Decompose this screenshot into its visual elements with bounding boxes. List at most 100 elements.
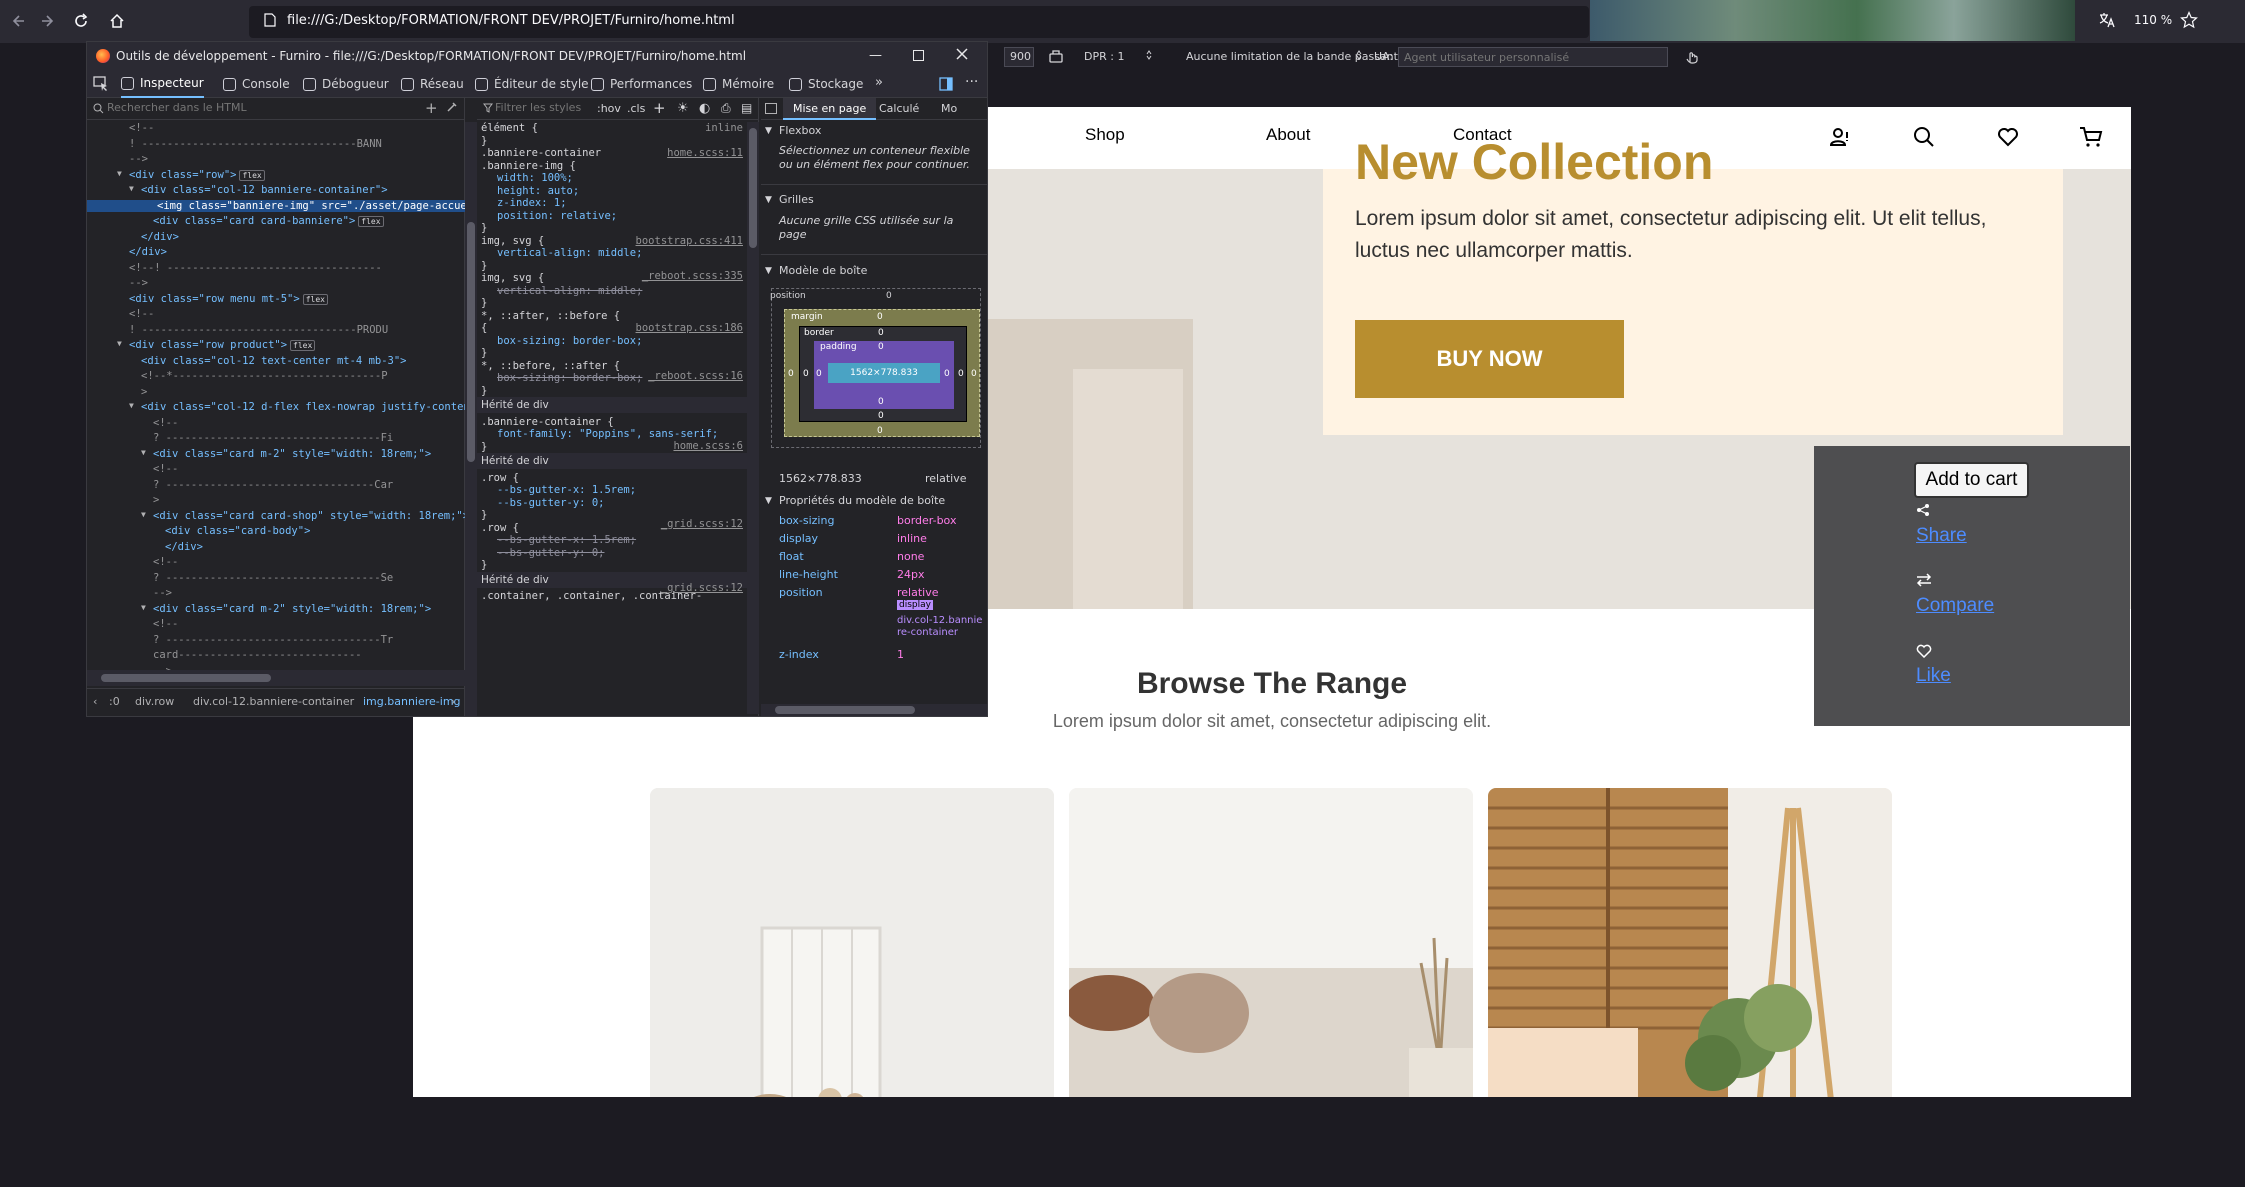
markup-line[interactable]: <div class="row product"> flex xyxy=(129,339,316,351)
css-source-link[interactable]: _grid.scss:12 xyxy=(661,582,743,594)
like-link[interactable]: Like xyxy=(1916,665,1951,687)
box-value[interactable]: 0 xyxy=(788,369,794,379)
search-icon[interactable] xyxy=(1913,126,1935,148)
range-card-living[interactable] xyxy=(1069,788,1473,1097)
markup-line[interactable]: <div class="card card-banniere"> flex xyxy=(153,215,384,227)
scroll-thumb[interactable] xyxy=(467,222,475,462)
markup-line[interactable]: <div class="card m-2" style="width: 18re… xyxy=(153,603,431,615)
eyedropper-icon[interactable] xyxy=(447,101,458,112)
breadcrumb-item-current[interactable]: img.banniere-img xyxy=(363,695,461,708)
hov-toggle[interactable]: :hov xyxy=(597,102,621,115)
css-declaration[interactable]: --bs-gutter-y: 0; xyxy=(497,497,604,509)
back-icon[interactable] xyxy=(2,6,32,36)
touch-simulation-icon[interactable] xyxy=(1684,48,1700,64)
flex-badge[interactable]: flex xyxy=(302,293,328,305)
markup-line[interactable]: ! ----------------------------------BANN xyxy=(129,138,382,150)
expand-chevron-icon[interactable]: ▼ xyxy=(117,169,122,178)
box-value[interactable]: 0 xyxy=(877,312,883,322)
box-value[interactable]: 0 xyxy=(803,369,809,379)
markup-line[interactable]: <!-- xyxy=(153,556,178,568)
more-tabs-chevron-icon[interactable]: » xyxy=(875,75,883,90)
forward-icon[interactable] xyxy=(34,6,64,36)
markup-line[interactable]: <!--! ---------------------------------- xyxy=(129,262,382,274)
tab-mise-en-page[interactable]: Mise en page xyxy=(783,98,877,120)
tab-memoire[interactable]: Mémoire xyxy=(703,70,774,98)
rotate-icon[interactable] xyxy=(1048,48,1064,64)
box-value[interactable]: 0 xyxy=(944,369,950,379)
markup-line[interactable]: > xyxy=(153,494,159,506)
tab-editeur-style[interactable]: Éditeur de style xyxy=(475,70,589,98)
light-theme-icon[interactable]: ☀ xyxy=(677,101,689,116)
buy-now-button[interactable]: BUY NOW xyxy=(1355,320,1624,398)
heart-icon[interactable] xyxy=(1997,127,2019,147)
throttle-select[interactable]: Aucune limitation de la bande passante xyxy=(1186,50,1405,63)
tab-debogueur[interactable]: Débogueur xyxy=(303,70,389,98)
box-value[interactable]: 0 xyxy=(878,397,884,407)
markup-line[interactable]: <div class="col-12 banniere-container"> xyxy=(141,184,388,196)
markup-line[interactable]: --> xyxy=(129,277,148,289)
markup-line[interactable]: ? ----------------------------------Se xyxy=(153,572,393,584)
css-source-link[interactable]: _reboot.scss:335 xyxy=(642,270,743,282)
markup-line[interactable]: <div class="card card-shop" style="width… xyxy=(153,510,465,522)
markup-line[interactable]: </div> xyxy=(129,246,167,258)
markup-line[interactable]: <!--*---------------------------------P xyxy=(141,370,388,382)
tab-inspecteur[interactable]: Inspecteur xyxy=(121,70,204,98)
doc-icon[interactable]: ▤ xyxy=(741,101,752,115)
devtools-menu-icon[interactable]: ··· xyxy=(965,74,978,90)
bookmark-star-icon[interactable] xyxy=(2180,11,2198,29)
offset-parent-link[interactable]: div.col-12.banniere-container xyxy=(897,615,985,639)
tab-console[interactable]: Console xyxy=(223,70,290,98)
grid-title[interactable]: Grilles xyxy=(779,193,814,206)
range-card-bedroom[interactable] xyxy=(1488,788,1892,1097)
markup-line[interactable]: <!-- xyxy=(153,417,178,429)
css-declaration[interactable]: box-sizing: border-box; xyxy=(497,335,642,347)
markup-line[interactable]: <!-- xyxy=(129,308,154,320)
markup-line[interactable]: <div class="card-body"> xyxy=(165,525,310,537)
css-source-link[interactable]: _reboot.scss:16 xyxy=(648,370,743,382)
box-value[interactable]: 0 xyxy=(816,369,822,379)
markup-line[interactable]: <div class="col-12 d-flex flex-nowrap ju… xyxy=(141,401,465,413)
dpr-select[interactable]: DPR : 1 xyxy=(1084,50,1124,63)
css-source-link[interactable]: home.scss:11 xyxy=(667,147,743,159)
markup-line[interactable]: <div class="col-12 text-center mt-4 mb-3… xyxy=(141,355,407,367)
expand-chevron-icon[interactable]: ▼ xyxy=(117,339,122,348)
scroll-thumb[interactable] xyxy=(775,706,915,714)
breadcrumb-forward-icon[interactable]: › xyxy=(451,695,455,708)
box-value[interactable]: 0 xyxy=(958,369,964,379)
markup-line[interactable]: ? ---------------------------------Car xyxy=(153,479,393,491)
cart-icon[interactable] xyxy=(2079,126,2103,148)
add-rule-icon[interactable]: + xyxy=(653,99,666,117)
flex-badge[interactable]: flex xyxy=(358,216,384,227)
html-search-input[interactable] xyxy=(107,101,407,114)
css-source-link[interactable]: bootstrap.css:186 xyxy=(636,322,743,334)
scroll-thumb[interactable] xyxy=(101,674,271,682)
css-declaration[interactable]: position: relative; xyxy=(497,210,617,222)
css-declaration[interactable]: vertical-align: middle; xyxy=(497,247,642,259)
markup-line[interactable]: <div class="row"> flex xyxy=(129,169,265,181)
tab-stockage[interactable]: Stockage xyxy=(789,70,863,98)
css-declaration[interactable]: z-index: 1; xyxy=(497,197,567,209)
nav-about[interactable]: About xyxy=(1266,125,1310,145)
tab-more[interactable]: Mo xyxy=(941,102,957,115)
css-declaration[interactable]: box-sizing: border-box; xyxy=(497,372,642,384)
css-declaration[interactable]: font-family: "Poppins", sans-serif; xyxy=(497,428,718,440)
markup-line[interactable]: <div class="row menu mt-5"> flex xyxy=(129,293,328,305)
compare-link[interactable]: Compare xyxy=(1916,595,1994,617)
reload-icon[interactable] xyxy=(66,6,96,36)
markup-line[interactable]: > xyxy=(141,386,147,398)
flex-badge[interactable]: flex xyxy=(239,169,265,181)
expand-chevron-icon[interactable]: ▼ xyxy=(141,448,146,457)
markup-line[interactable]: <!-- xyxy=(153,463,178,475)
breadcrumb-item[interactable]: div.row xyxy=(135,695,174,708)
markup-line[interactable]: <div class="card m-2" style="width: 18re… xyxy=(153,448,431,460)
nav-shop[interactable]: Shop xyxy=(1085,125,1125,145)
box-value[interactable]: 0 xyxy=(878,342,884,352)
breadcrumb-item[interactable]: div.col-12.banniere-container xyxy=(193,695,354,708)
breadcrumb-item[interactable]: :0 xyxy=(109,695,120,708)
expand-chevron-icon[interactable]: ▼ xyxy=(129,401,134,410)
box-value[interactable]: 0 xyxy=(886,291,892,301)
add-node-icon[interactable]: + xyxy=(425,99,438,117)
markup-hscrollbar[interactable] xyxy=(87,670,465,686)
markup-line[interactable]: ? ----------------------------------Tr xyxy=(153,634,393,646)
dock-icon[interactable] xyxy=(939,77,953,91)
